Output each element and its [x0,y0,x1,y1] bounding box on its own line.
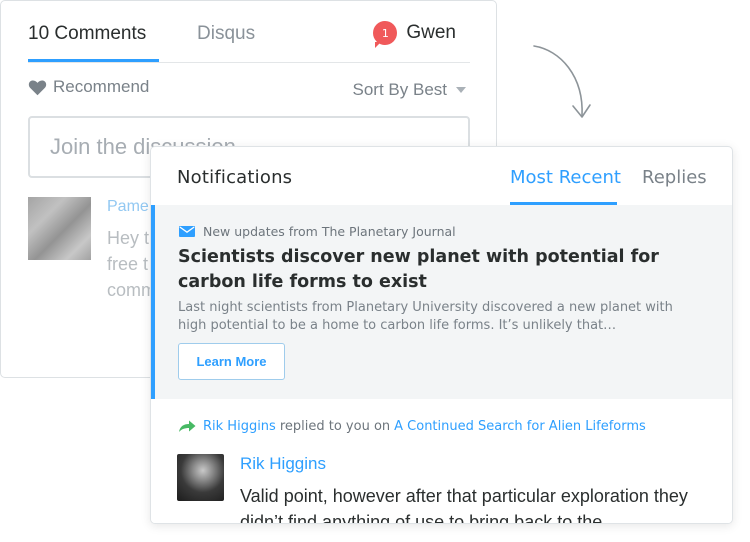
tab-divider [28,62,470,63]
sort-dropdown[interactable]: Sort By Best [353,80,466,100]
tab-disqus[interactable]: Disqus [197,23,255,45]
comment-avatar[interactable] [28,197,91,260]
thread-title-link[interactable]: A Continued Search for Alien Lifeforms [394,419,646,434]
reply-summary: Rik Higgins replied to you on A Continue… [178,419,646,434]
notification-source: New updates from The Planetary Journal [179,224,456,239]
reply-actor-link[interactable]: Rik Higgins [203,419,276,434]
envelope-icon [179,226,195,237]
user-menu[interactable]: 1 Gwen [373,21,456,48]
tab-comments[interactable]: 10 Comments [28,23,146,45]
reply-author-name[interactable]: Rik Higgins [240,454,326,474]
recommend-button[interactable]: Recommend [28,77,149,97]
notification-item-update[interactable]: New updates from The Planetary Journal S… [151,205,732,399]
reply-arrow-icon [179,420,196,432]
notification-source-text: New updates from The Planetary Journal [203,224,456,239]
notifications-title: Notifications [177,167,293,188]
tab-most-recent[interactable]: Most Recent [510,167,621,188]
notification-headline[interactable]: Scientists discover new planet with pote… [178,245,688,295]
notifications-card: Notifications Most Recent Replies New up… [150,146,733,524]
tab-replies[interactable]: Replies [642,167,707,188]
reply-author-avatar[interactable] [177,454,224,501]
reply-text: Valid point, however after that particul… [240,486,688,524]
recommend-label: Recommend [53,77,150,96]
heart-icon [28,79,47,95]
notification-excerpt: Last night scientists from Planetary Uni… [178,300,673,333]
sort-label: Sort By Best [352,80,447,99]
reply-action-text: replied to you on [279,419,391,434]
notification-badge[interactable]: 1 [373,21,398,48]
comment-author[interactable]: Pame [107,198,149,216]
user-name[interactable]: Gwen [406,22,456,44]
notification-item-reply[interactable]: Rik Higgins replied to you on A Continue… [151,399,732,524]
learn-more-button[interactable]: Learn More [178,343,285,380]
curved-arrow-icon [533,45,591,118]
caret-down-icon [456,87,466,93]
